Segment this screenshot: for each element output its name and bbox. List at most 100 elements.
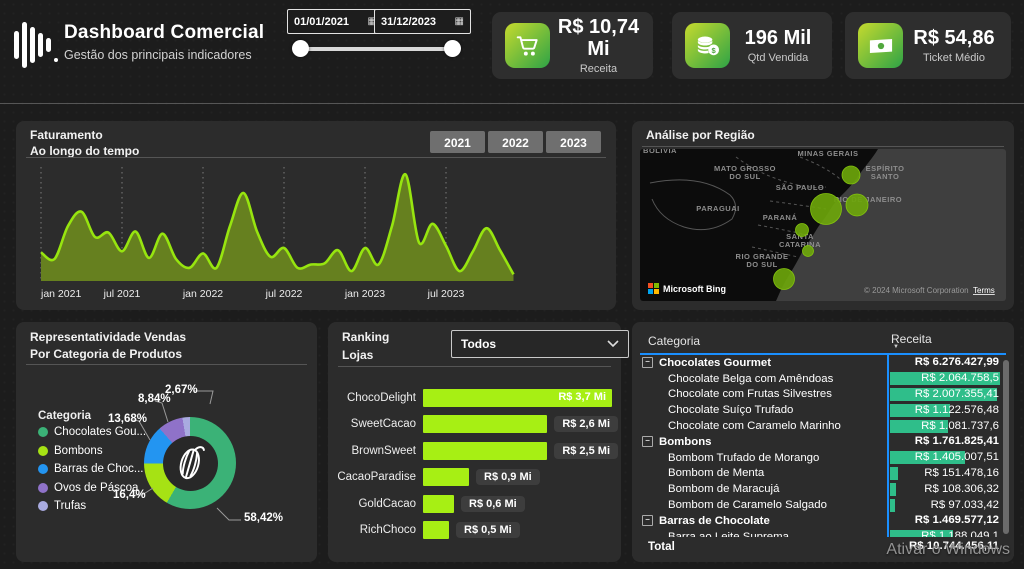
percent-label: 2,67% <box>165 384 198 396</box>
year-button-2023[interactable]: 2023 <box>546 131 601 153</box>
logo-bar <box>46 38 51 52</box>
categoria-panel: Representatividade Vendas Por Categoria … <box>16 322 317 562</box>
row-label: Bombom de Maracujá <box>632 483 889 495</box>
row-value: R$ 151.478,16 <box>924 467 999 480</box>
ranking-row-goldcacao[interactable]: GoldCacao R$ 0,6 Mi <box>328 495 618 513</box>
table-row[interactable]: −Barras de ChocolateR$ 1.469.577,12 <box>632 513 1014 529</box>
table-row[interactable]: Barra ao Leite SupremaR$ 1.188.049,1 <box>632 529 1014 537</box>
logo-bar <box>30 27 35 63</box>
date-end-input[interactable]: 31/12/2023 ▦ <box>374 9 471 34</box>
table-row[interactable]: Bombom de MentaR$ 151.478,16 <box>632 466 1014 482</box>
row-value: R$ 1.188.049,1 <box>921 530 999 537</box>
row-value: R$ 2.007.355,41 <box>915 388 999 401</box>
ranking-row-chocodelight[interactable]: ChocoDelightR$ 3,7 Mi <box>328 389 618 407</box>
kpi-label: Qtd Vendida <box>730 52 826 64</box>
year-button-2021[interactable]: 2021 <box>430 131 485 153</box>
ranking-bar[interactable]: R$ 3,7 Mi <box>423 389 612 407</box>
map-label: DO SUL <box>746 260 777 269</box>
ranking-row-sweetcacao[interactable]: SweetCacaoR$ 2,6 Mi <box>328 415 618 433</box>
ranking-bar[interactable] <box>423 521 449 539</box>
kpi-label: Receita <box>550 63 647 75</box>
region-bubble-map[interactable]: BOLÍVIAMINAS GERAISMATO GROSSODO SULESPÍ… <box>640 149 1006 301</box>
region-bubble[interactable] <box>842 166 860 184</box>
region-bubble[interactable] <box>811 194 842 225</box>
cart-icon <box>505 23 550 68</box>
x-axis-label: jan 2022 <box>182 288 223 300</box>
table-row[interactable]: Chocolate Belga com AmêndoasR$ 2.064.758… <box>632 371 1014 387</box>
page-subtitle: Gestão dos principais indicadores <box>64 48 252 62</box>
row-value: R$ 1.405.007,51 <box>915 451 999 464</box>
x-axis-label: jan 2023 <box>344 288 385 300</box>
row-value: R$ 1.081.737,6 <box>921 420 999 433</box>
table-row[interactable]: −Bombons R$ 1.761.825,41 <box>632 434 1014 450</box>
x-axis-label: jul 2022 <box>265 288 303 300</box>
table-body: −Chocolates GourmetR$ 6.276.427,99Chocol… <box>632 355 1014 537</box>
row-label: Bombom Trufado de Morango <box>632 452 889 464</box>
map-label: PARAGUAI <box>696 204 739 213</box>
map-label: BOLÍVIA <box>643 149 677 155</box>
row-label: Bombom de Caramelo Salgado <box>632 499 889 511</box>
ranking-bar[interactable] <box>423 415 547 433</box>
map-label: SÃO PAULO <box>776 183 825 192</box>
bar-value-label: R$ 0,6 Mi <box>461 496 525 512</box>
receita-table-panel: Categoria Receita ▼ −Chocolates GourmetR… <box>632 322 1014 562</box>
ranking-bar[interactable] <box>423 468 469 486</box>
ranking-bar[interactable] <box>423 442 547 460</box>
ranking-row-cacaoparadise[interactable]: CacaoParadiseR$ 0,9 Mi <box>328 468 618 486</box>
map-label: DO SUL <box>729 172 760 181</box>
store-label: GoldCacao <box>328 498 423 510</box>
area-fill <box>41 174 514 281</box>
donut-callout-lines <box>16 322 317 562</box>
kpi-card-ticket-médio[interactable]: R$ 54,86Ticket Médio <box>845 12 1011 79</box>
table-row[interactable]: −Chocolates GourmetR$ 6.276.427,99 <box>632 355 1014 371</box>
table-row[interactable]: Chocolate com Frutas SilvestresR$ 2.007.… <box>632 387 1014 403</box>
calendar-icon[interactable]: ▦ <box>455 17 464 27</box>
lojas-filter-dropdown[interactable]: Todos <box>451 330 629 358</box>
row-value: R$ 108.306,32 <box>924 483 999 496</box>
region-bubble[interactable] <box>774 269 795 290</box>
row-label: Bombons <box>659 436 889 448</box>
date-start-input[interactable]: 01/01/2021 ▦ <box>287 9 384 34</box>
collapse-icon[interactable]: − <box>642 357 653 368</box>
table-row[interactable]: Chocolate com Caramelo MarinhoR$ 1.081.7… <box>632 418 1014 434</box>
row-value: R$ 6.276.427,99 <box>915 356 999 369</box>
logo-bar <box>14 31 19 59</box>
map-terms-link[interactable]: Terms <box>973 286 995 295</box>
table-row[interactable]: Bombom Trufado de Morango R$ 1.405.007,51 <box>632 450 1014 466</box>
panel-divider <box>338 366 611 367</box>
kpi-card-receita[interactable]: R$ 10,74 MiReceita <box>492 12 653 79</box>
table-header-categoria[interactable]: Categoria <box>648 334 700 348</box>
table-row[interactable]: Chocolate Suíço TrufadoR$ 1.122.576,48 <box>632 402 1014 418</box>
callout-line <box>217 508 241 520</box>
date-range-slider-handle-start[interactable] <box>292 40 309 57</box>
ranking-row-brownsweet[interactable]: BrownSweetR$ 2,5 Mi <box>328 442 618 460</box>
table-scrollbar[interactable] <box>1003 360 1009 534</box>
date-end-value: 31/12/2023 <box>381 16 436 28</box>
ranking-row-richchoco[interactable]: RichChocoR$ 0,5 Mi <box>328 521 618 539</box>
row-value: R$ 1.761.825,41 <box>915 435 999 448</box>
region-bubble[interactable] <box>803 246 814 257</box>
store-label: ChocoDelight <box>328 392 423 404</box>
region-bubble[interactable] <box>846 194 868 216</box>
collapse-icon[interactable]: − <box>642 515 653 526</box>
date-start-value: 01/01/2021 <box>294 16 349 28</box>
map-label: MINAS GERAIS <box>797 149 858 158</box>
map-attribution: © 2024 Microsoft Corporation <box>864 286 969 295</box>
collapse-icon[interactable]: − <box>642 436 653 447</box>
store-label: CacaoParadise <box>328 471 423 483</box>
year-button-2022[interactable]: 2022 <box>488 131 543 153</box>
sort-desc-icon[interactable]: ▼ <box>893 344 899 350</box>
kpi-card-qtd-vendida[interactable]: $196 MilQtd Vendida <box>672 12 832 79</box>
regiao-title: Análise por Região <box>646 128 755 142</box>
table-row[interactable]: Bombom de Caramelo SalgadoR$ 97.033,42 <box>632 497 1014 513</box>
store-label: BrownSweet <box>328 445 423 457</box>
date-range-slider-track[interactable] <box>300 47 452 51</box>
map-label: CATARINA <box>779 240 821 249</box>
region-bubble[interactable] <box>796 224 809 237</box>
ranking-bar[interactable] <box>423 495 454 513</box>
table-row[interactable]: Bombom de Maracujá R$ 108.306,32 <box>632 481 1014 497</box>
percent-label: 58,42% <box>244 512 283 524</box>
date-range-slider-handle-end[interactable] <box>444 40 461 57</box>
logo-bar <box>22 22 27 68</box>
map-label: SANTO <box>871 172 900 181</box>
